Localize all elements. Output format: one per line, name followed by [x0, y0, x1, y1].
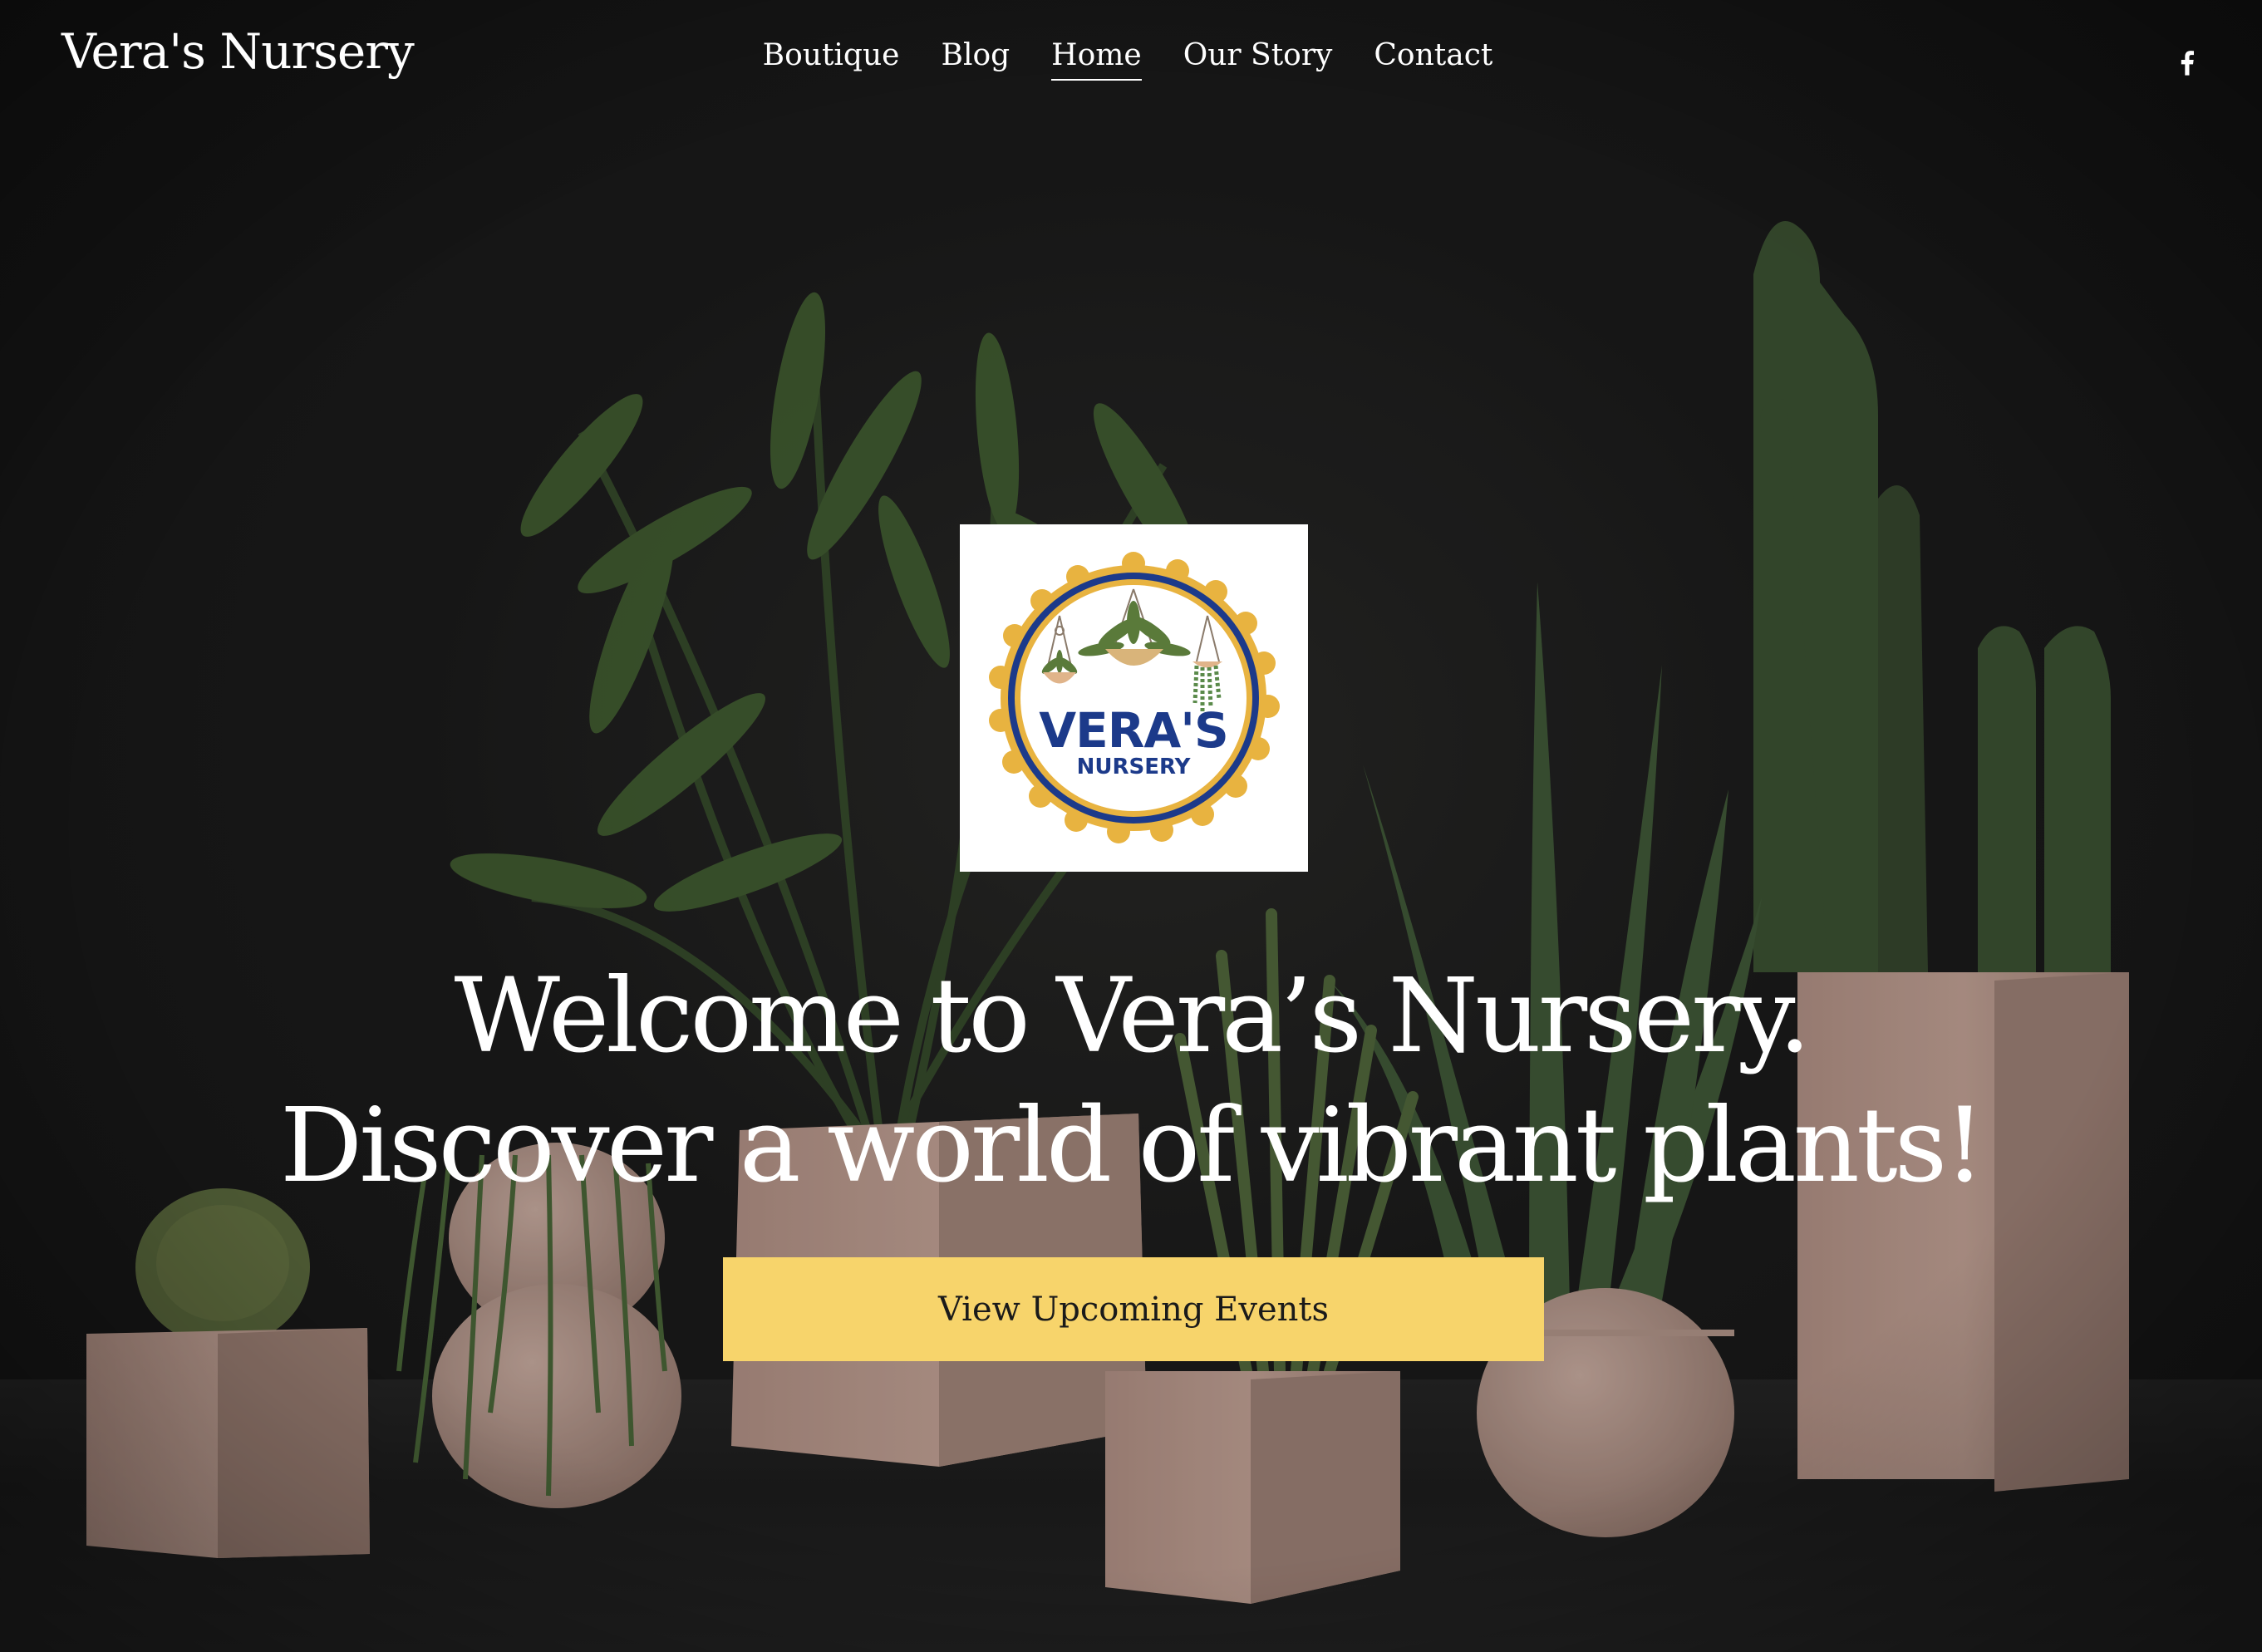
nav-item-blog[interactable]: Blog — [941, 38, 1010, 81]
nav-item-home[interactable]: Home — [1051, 38, 1142, 81]
site-header: Vera's Nursery Boutique Blog Home Our St… — [0, 0, 2262, 125]
nav-item-our-story[interactable]: Our Story — [1183, 38, 1333, 81]
page: Vera's Nursery Boutique Blog Home Our St… — [0, 0, 2262, 1652]
hero-headline: Welcome to Vera’s Nursery. Discover a wo… — [0, 951, 2262, 1211]
nav-item-contact[interactable]: Contact — [1374, 38, 1492, 81]
nursery-logo-graphic: VERA'S NURSERY — [989, 552, 1280, 843]
view-upcoming-events-button[interactable]: View Upcoming Events — [723, 1257, 1544, 1361]
facebook-icon[interactable] — [2171, 43, 2204, 80]
hero-headline-line-2: Discover a world of vibrant plants! — [279, 1086, 1985, 1206]
main-nav: Boutique Blog Home Our Story Contact — [0, 38, 2262, 81]
hero-headline-line-1: Welcome to Vera’s Nursery. — [454, 956, 1812, 1076]
nav-item-boutique[interactable]: Boutique — [763, 38, 900, 81]
logo-text-veras: VERA'S — [1039, 702, 1228, 759]
logo-text-nursery: NURSERY — [1077, 755, 1192, 779]
nursery-logo: VERA'S NURSERY — [960, 524, 1308, 872]
